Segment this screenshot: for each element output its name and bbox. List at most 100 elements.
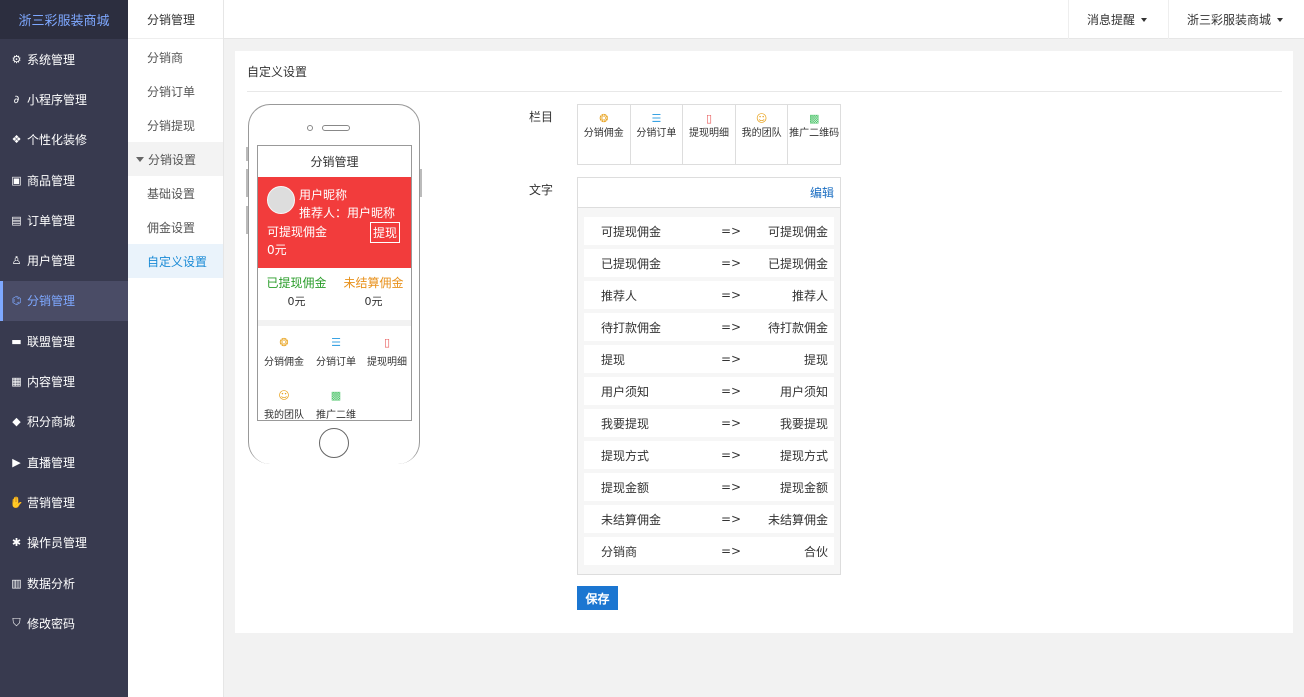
screen-title: 分销管理 xyxy=(310,155,359,169)
withdrawable-label: 可提现佣金 xyxy=(267,225,328,239)
sidebar-item-label: 分销管理 xyxy=(27,294,76,309)
mapping-value: 可提现佣金 xyxy=(767,224,828,239)
shield-icon: ⛉ xyxy=(12,616,21,630)
sidebar-item-alliance[interactable]: ▬ 联盟管理 xyxy=(0,321,128,361)
caret-down-icon xyxy=(1277,17,1284,22)
columns-label: 栏目 xyxy=(529,110,554,124)
edit-link[interactable]: 编辑 xyxy=(810,184,834,201)
column-team[interactable]: ☺ 我的团队 xyxy=(736,105,789,164)
sidebar-item-points-mall[interactable]: ◆ 积分商城 xyxy=(0,402,128,442)
sidebar-item-miniprogram[interactable]: ∂ 小程序管理 xyxy=(0,79,128,119)
page-title: 自定义设置 xyxy=(247,65,308,79)
coins-icon: ❂ xyxy=(599,112,609,125)
mapping-key: 分销商 xyxy=(601,544,638,559)
column-label: 推广二维码 xyxy=(789,128,840,139)
submenu-item-withdrawals[interactable]: 分销提现 xyxy=(128,108,223,142)
document-icon: ▯ xyxy=(705,112,713,125)
mapping-value: 已提现佣金 xyxy=(767,256,828,271)
list-icon: ☰ xyxy=(331,336,341,349)
sidebar-item-label: 操作员管理 xyxy=(27,536,88,551)
user-icon: ♙ xyxy=(11,254,22,268)
cog-icon: ✱ xyxy=(11,536,22,550)
submenu-item-commission-settings[interactable]: 佣金设置 xyxy=(128,210,223,244)
sidebar-item-system[interactable]: ⚙ 系统管理 xyxy=(0,39,128,79)
sub-menu: 分销管理 分销商 分销订单 分销提现 分销设置 基础设置 佣金设置 自定义设置 xyxy=(128,0,224,697)
sidebar-item-content[interactable]: ▦ 内容管理 xyxy=(0,361,128,401)
chart-icon: ▥ xyxy=(11,576,22,590)
mapping-arrow: => xyxy=(720,256,742,270)
mapping-value: 用户须知 xyxy=(779,384,828,399)
sidebar-item-live[interactable]: ▶ 直播管理 xyxy=(0,442,128,482)
user-nickname: 用户昵称 xyxy=(299,188,348,202)
submenu-group-settings[interactable]: 分销设置 xyxy=(128,142,223,176)
store-icon: ▬ xyxy=(11,334,22,348)
unsettled-label: 未结算佣金 xyxy=(343,276,404,290)
mapping-row: 可提现佣金 => 可提现佣金 xyxy=(584,217,834,245)
home-button xyxy=(319,428,349,458)
grid-item-commission[interactable]: ❂ 分销佣金 xyxy=(258,336,310,368)
submenu-item-custom-settings[interactable]: 自定义设置 xyxy=(128,244,223,278)
sidebar-item-analytics[interactable]: ▥ 数据分析 xyxy=(0,563,128,603)
column-qrcode[interactable]: ▩ 推广二维码 xyxy=(788,105,840,164)
sidebar-item-password[interactable]: ⛉ 修改密码 xyxy=(0,603,128,643)
column-orders[interactable]: ☰ 分销订单 xyxy=(631,105,684,164)
column-label: 分销佣金 xyxy=(583,128,624,139)
sidebar-item-label: 小程序管理 xyxy=(27,92,88,107)
mapping-value: 提现 xyxy=(803,352,828,367)
mapping-value: 合伙 xyxy=(803,544,828,559)
mapping-row: 提现金额 => 提现金额 xyxy=(584,473,834,501)
diamond-icon: ❖ xyxy=(11,133,22,147)
bag-icon: ▣ xyxy=(11,173,22,187)
mapping-key: 提现方式 xyxy=(601,448,650,463)
submenu-item-basic-settings[interactable]: 基础设置 xyxy=(128,176,223,210)
unsettled-stat: 未结算佣金 0元 xyxy=(335,274,411,309)
text-label: 文字 xyxy=(529,183,554,197)
spacer xyxy=(258,320,411,326)
grid-item-qrcode[interactable]: ▩ 推广二维 xyxy=(310,389,362,420)
grid-item-orders[interactable]: ☰ 分销订单 xyxy=(310,336,362,368)
brand-title[interactable]: 浙三彩服装商城 xyxy=(0,0,128,39)
mapping-value: 我要提现 xyxy=(779,416,828,431)
sidebar-item-distribution[interactable]: ⌬ 分销管理 xyxy=(0,280,128,322)
messages-dropdown[interactable]: 消息提醒 xyxy=(1068,0,1165,39)
hand-icon: ✋ xyxy=(9,495,24,509)
sitemap-icon: ⌬ xyxy=(11,294,22,308)
play-icon: ▶ xyxy=(12,455,21,469)
store-dropdown[interactable]: 浙三彩服装商城 xyxy=(1168,0,1301,39)
mapping-arrow: => xyxy=(720,224,742,238)
phone-preview: 分销管理 用户昵称 推荐人：用户昵称 可提现佣金 提现 0元 已提现佣金 0元 … xyxy=(248,104,420,464)
sidebar-item-decoration[interactable]: ❖ 个性化装修 xyxy=(0,120,128,160)
mapping-row: 提现方式 => 提现方式 xyxy=(584,441,834,469)
grid-item-label: 提现明细 xyxy=(367,357,407,368)
news-icon: ▦ xyxy=(11,375,22,389)
sidebar-item-marketing[interactable]: ✋ 营销管理 xyxy=(0,482,128,522)
coins-icon: ❂ xyxy=(279,336,289,349)
sidebar-item-products[interactable]: ▣ 商品管理 xyxy=(0,160,128,200)
divider xyxy=(247,91,1282,92)
mapping-row: 已提现佣金 => 已提现佣金 xyxy=(584,249,834,277)
column-label: 我的团队 xyxy=(741,128,782,139)
withdrawn-value: 0元 xyxy=(287,295,306,308)
grid-item-withdraw-detail[interactable]: ▯ 提现明细 xyxy=(361,336,411,368)
column-commission[interactable]: ❂ 分销佣金 xyxy=(578,105,631,164)
submenu-item-distributors[interactable]: 分销商 xyxy=(128,40,223,74)
gear-icon: ⚙ xyxy=(11,52,22,66)
grid-item-team[interactable]: ☺ 我的团队 xyxy=(258,389,310,420)
link-icon: ∂ xyxy=(13,92,20,106)
grid-item-label: 分销佣金 xyxy=(264,357,304,368)
sidebar-item-operators[interactable]: ✱ 操作员管理 xyxy=(0,523,128,563)
withdraw-button[interactable]: 提现 xyxy=(370,222,400,243)
submenu-item-distribution-orders[interactable]: 分销订单 xyxy=(128,74,223,108)
sidebar-item-orders[interactable]: ▤ 订单管理 xyxy=(0,200,128,240)
content-panel: 自定义设置 分销管理 用户昵称 推荐人：用户昵称 可提现佣金 提现 0元 已提现… xyxy=(235,51,1293,633)
save-button[interactable]: 保存 xyxy=(577,586,618,610)
mapping-arrow: => xyxy=(720,352,742,366)
sidebar-item-users[interactable]: ♙ 用户管理 xyxy=(0,240,128,280)
column-withdraw-detail[interactable]: ▯ 提现明细 xyxy=(683,105,736,164)
column-label: 分销订单 xyxy=(636,128,677,139)
mapping-arrow: => xyxy=(720,512,742,526)
sidebar-item-label: 个性化装修 xyxy=(27,133,88,148)
mapping-key: 已提现佣金 xyxy=(601,256,662,271)
mapping-value: 提现金额 xyxy=(779,480,828,495)
mapping-arrow: => xyxy=(720,320,742,334)
